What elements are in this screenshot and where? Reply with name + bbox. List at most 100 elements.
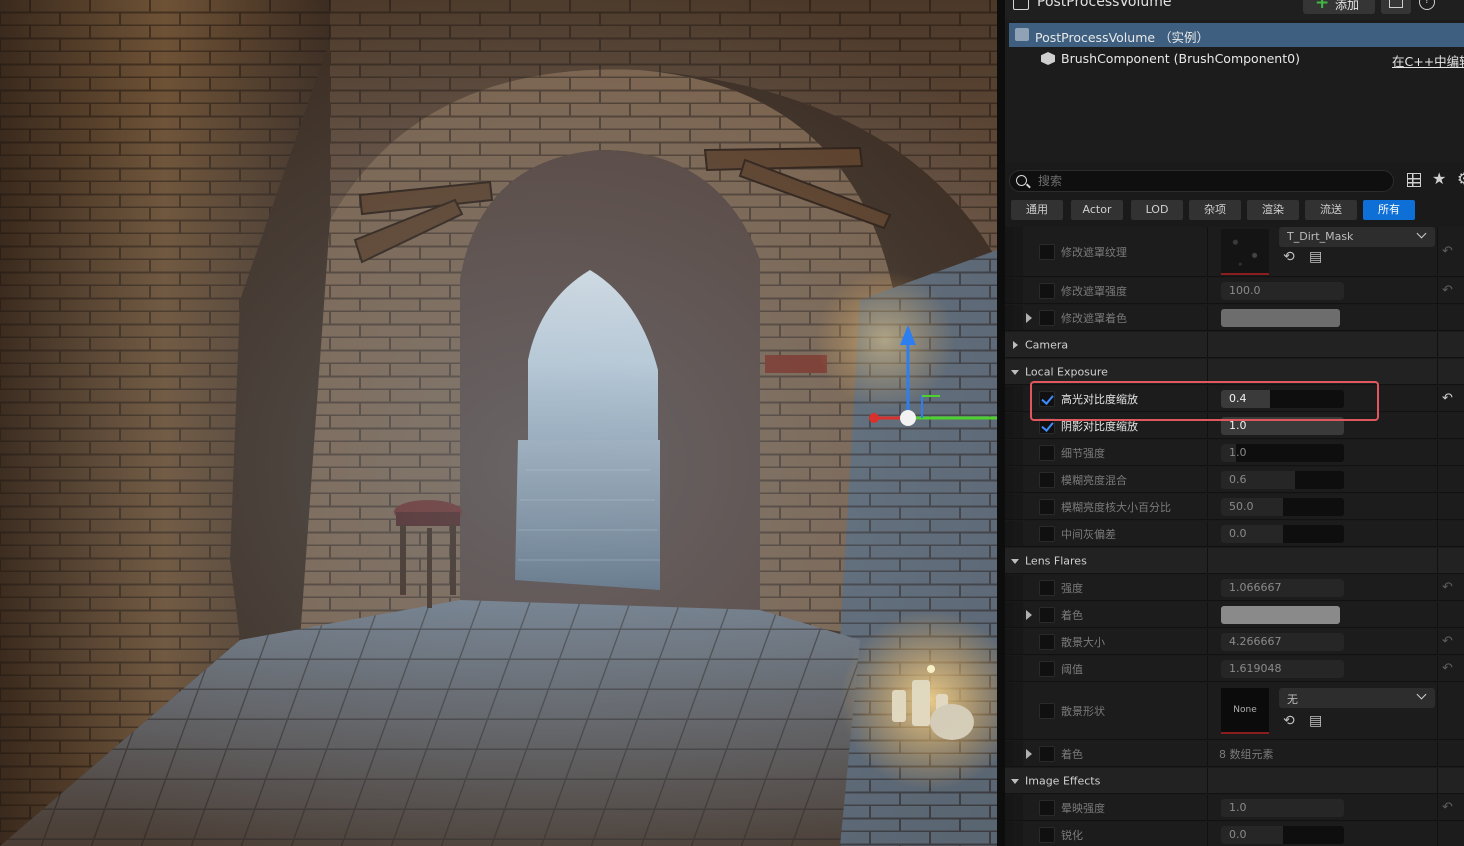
override-checkbox[interactable] bbox=[1039, 243, 1055, 260]
numeric-input[interactable]: 0.0 bbox=[1221, 524, 1344, 543]
numeric-input[interactable]: 0.0 bbox=[1221, 825, 1344, 844]
use-selected-icon[interactable]: ⟲ bbox=[1283, 249, 1295, 265]
property-row: 散景形状 None 无 ⟲ ▤ bbox=[1005, 683, 1464, 740]
search-icon bbox=[1016, 175, 1027, 186]
brush-component-icon bbox=[1041, 52, 1055, 65]
array-count: 8 数组元素 bbox=[1219, 747, 1274, 761]
search-input[interactable] bbox=[1038, 173, 1378, 189]
filter-tab-lod[interactable]: LOD bbox=[1131, 200, 1183, 220]
viewport-scene bbox=[0, 0, 997, 846]
expand-arrow-icon[interactable] bbox=[1026, 609, 1032, 620]
color-swatch[interactable] bbox=[1221, 308, 1340, 327]
help-icon[interactable]: ? bbox=[1419, 0, 1435, 10]
filter-tab-misc[interactable]: 杂项 bbox=[1189, 200, 1241, 220]
component-row-root[interactable]: PostProcessVolume （实例） bbox=[1009, 23, 1464, 47]
property-matrix-icon[interactable] bbox=[1407, 173, 1421, 187]
settings-icon[interactable]: ⚙ bbox=[1457, 169, 1464, 188]
numeric-input[interactable]: 1.0 bbox=[1221, 798, 1344, 817]
filter-tab-general[interactable]: 通用 bbox=[1011, 200, 1063, 220]
star-icon[interactable]: ★ bbox=[1432, 169, 1446, 188]
override-checkbox[interactable] bbox=[1039, 745, 1055, 762]
details-search[interactable] bbox=[1009, 170, 1394, 192]
reset-to-default-icon[interactable]: ↶ bbox=[1442, 661, 1453, 676]
filter-tab-all[interactable]: 所有 bbox=[1363, 200, 1415, 220]
panel-splitter[interactable] bbox=[997, 0, 1005, 846]
asset-picker[interactable]: T_Dirt_Mask bbox=[1279, 227, 1435, 247]
section-image-effects[interactable]: Image Effects bbox=[1005, 768, 1464, 794]
browse-asset-icon[interactable]: ▤ bbox=[1309, 713, 1322, 729]
override-checkbox[interactable] bbox=[1039, 471, 1055, 488]
component-label: PostProcessVolume （实例） bbox=[1035, 30, 1210, 45]
property-row: 修改遮罩着色 bbox=[1005, 305, 1464, 331]
expand-arrow-icon bbox=[1011, 369, 1019, 375]
override-checkbox[interactable] bbox=[1039, 525, 1055, 542]
property-label: 细节强度 bbox=[1061, 446, 1105, 460]
actor-icon bbox=[1013, 0, 1029, 10]
property-row: 阈值 1.619048 ↶ bbox=[1005, 656, 1464, 682]
override-checkbox[interactable] bbox=[1039, 799, 1055, 816]
property-row: 细节强度 1.0 bbox=[1005, 440, 1464, 466]
add-button-label: 添加 bbox=[1335, 0, 1360, 12]
section-lens-flares[interactable]: Lens Flares bbox=[1005, 548, 1464, 574]
override-checkbox[interactable] bbox=[1039, 606, 1055, 623]
override-checkbox[interactable] bbox=[1039, 826, 1055, 843]
filter-tab-streaming[interactable]: 流送 bbox=[1305, 200, 1357, 220]
chevron-down-icon bbox=[1416, 689, 1427, 700]
component-row-brush[interactable]: BrushComponent (BrushComponent0) 在C++中编辑 bbox=[1009, 47, 1464, 71]
color-swatch[interactable] bbox=[1221, 605, 1340, 624]
details-header: PostProcessVolume + 添加 ? bbox=[1005, 0, 1464, 20]
property-row: 修改遮罩强度 100.0 ↶ bbox=[1005, 278, 1464, 304]
property-row: 模糊亮度核大小百分比 50.0 bbox=[1005, 494, 1464, 520]
level-viewport[interactable] bbox=[0, 0, 997, 846]
texture-thumbnail[interactable] bbox=[1221, 229, 1269, 275]
override-checkbox[interactable] bbox=[1039, 660, 1055, 677]
property-label: 锐化 bbox=[1061, 828, 1083, 842]
override-checkbox[interactable] bbox=[1039, 579, 1055, 596]
property-label: 散景大小 bbox=[1061, 635, 1105, 649]
property-row: 着色 bbox=[1005, 602, 1464, 628]
section-label: Local Exposure bbox=[1025, 365, 1108, 378]
reset-to-default-icon[interactable]: ↶ bbox=[1442, 634, 1453, 649]
reset-to-default-icon[interactable]: ↶ bbox=[1442, 391, 1453, 406]
numeric-input[interactable]: 1.0 bbox=[1221, 443, 1344, 462]
asset-picker[interactable]: 无 bbox=[1279, 688, 1435, 708]
override-checkbox[interactable] bbox=[1039, 498, 1055, 515]
numeric-input[interactable]: 50.0 bbox=[1221, 497, 1344, 516]
numeric-input[interactable]: 1.066667 bbox=[1221, 578, 1344, 597]
property-row: 模糊亮度混合 0.6 bbox=[1005, 467, 1464, 493]
property-row: 中间灰偏差 0.0 bbox=[1005, 521, 1464, 547]
reset-to-default-icon[interactable]: ↶ bbox=[1442, 800, 1453, 815]
edit-in-cpp-link[interactable]: 在C++中编辑 bbox=[1392, 51, 1464, 70]
override-checkbox[interactable] bbox=[1039, 633, 1055, 650]
numeric-input[interactable]: 100.0 bbox=[1221, 281, 1344, 300]
section-camera[interactable]: Camera bbox=[1005, 332, 1464, 358]
filter-tab-rendering[interactable]: 渲染 bbox=[1247, 200, 1299, 220]
property-label: 强度 bbox=[1061, 581, 1083, 595]
numeric-input[interactable]: 1.619048 bbox=[1221, 659, 1344, 678]
expand-arrow-icon[interactable] bbox=[1026, 748, 1032, 759]
numeric-input[interactable]: 0.6 bbox=[1221, 470, 1344, 489]
texture-thumbnail[interactable]: None bbox=[1221, 688, 1269, 734]
override-checkbox[interactable] bbox=[1039, 309, 1055, 326]
use-selected-icon[interactable]: ⟲ bbox=[1283, 713, 1295, 729]
expand-arrow-icon[interactable] bbox=[1026, 312, 1032, 323]
override-checkbox[interactable] bbox=[1039, 282, 1055, 299]
property-label: 着色 bbox=[1061, 608, 1083, 622]
property-row: 锐化 0.0 bbox=[1005, 822, 1464, 846]
blueprint-button[interactable] bbox=[1381, 0, 1411, 14]
asset-name: T_Dirt_Mask bbox=[1287, 230, 1354, 243]
actor-title: PostProcessVolume bbox=[1037, 0, 1172, 10]
property-row: 着色 8 数组元素 bbox=[1005, 741, 1464, 767]
override-checkbox[interactable] bbox=[1039, 444, 1055, 461]
reset-to-default-icon[interactable]: ↶ bbox=[1442, 283, 1453, 298]
property-label: 中间灰偏差 bbox=[1061, 527, 1116, 541]
property-label: 散景形状 bbox=[1061, 705, 1105, 718]
add-component-button[interactable]: + 添加 bbox=[1303, 0, 1375, 14]
component-tree: PostProcessVolume （实例） BrushComponent (B… bbox=[1005, 20, 1464, 162]
filter-tab-actor[interactable]: Actor bbox=[1071, 200, 1123, 220]
browse-asset-icon[interactable]: ▤ bbox=[1309, 249, 1322, 265]
reset-to-default-icon[interactable]: ↶ bbox=[1442, 580, 1453, 595]
reset-to-default-icon[interactable]: ↶ bbox=[1442, 244, 1453, 259]
override-checkbox[interactable] bbox=[1039, 703, 1055, 719]
numeric-input[interactable]: 4.266667 bbox=[1221, 632, 1344, 651]
